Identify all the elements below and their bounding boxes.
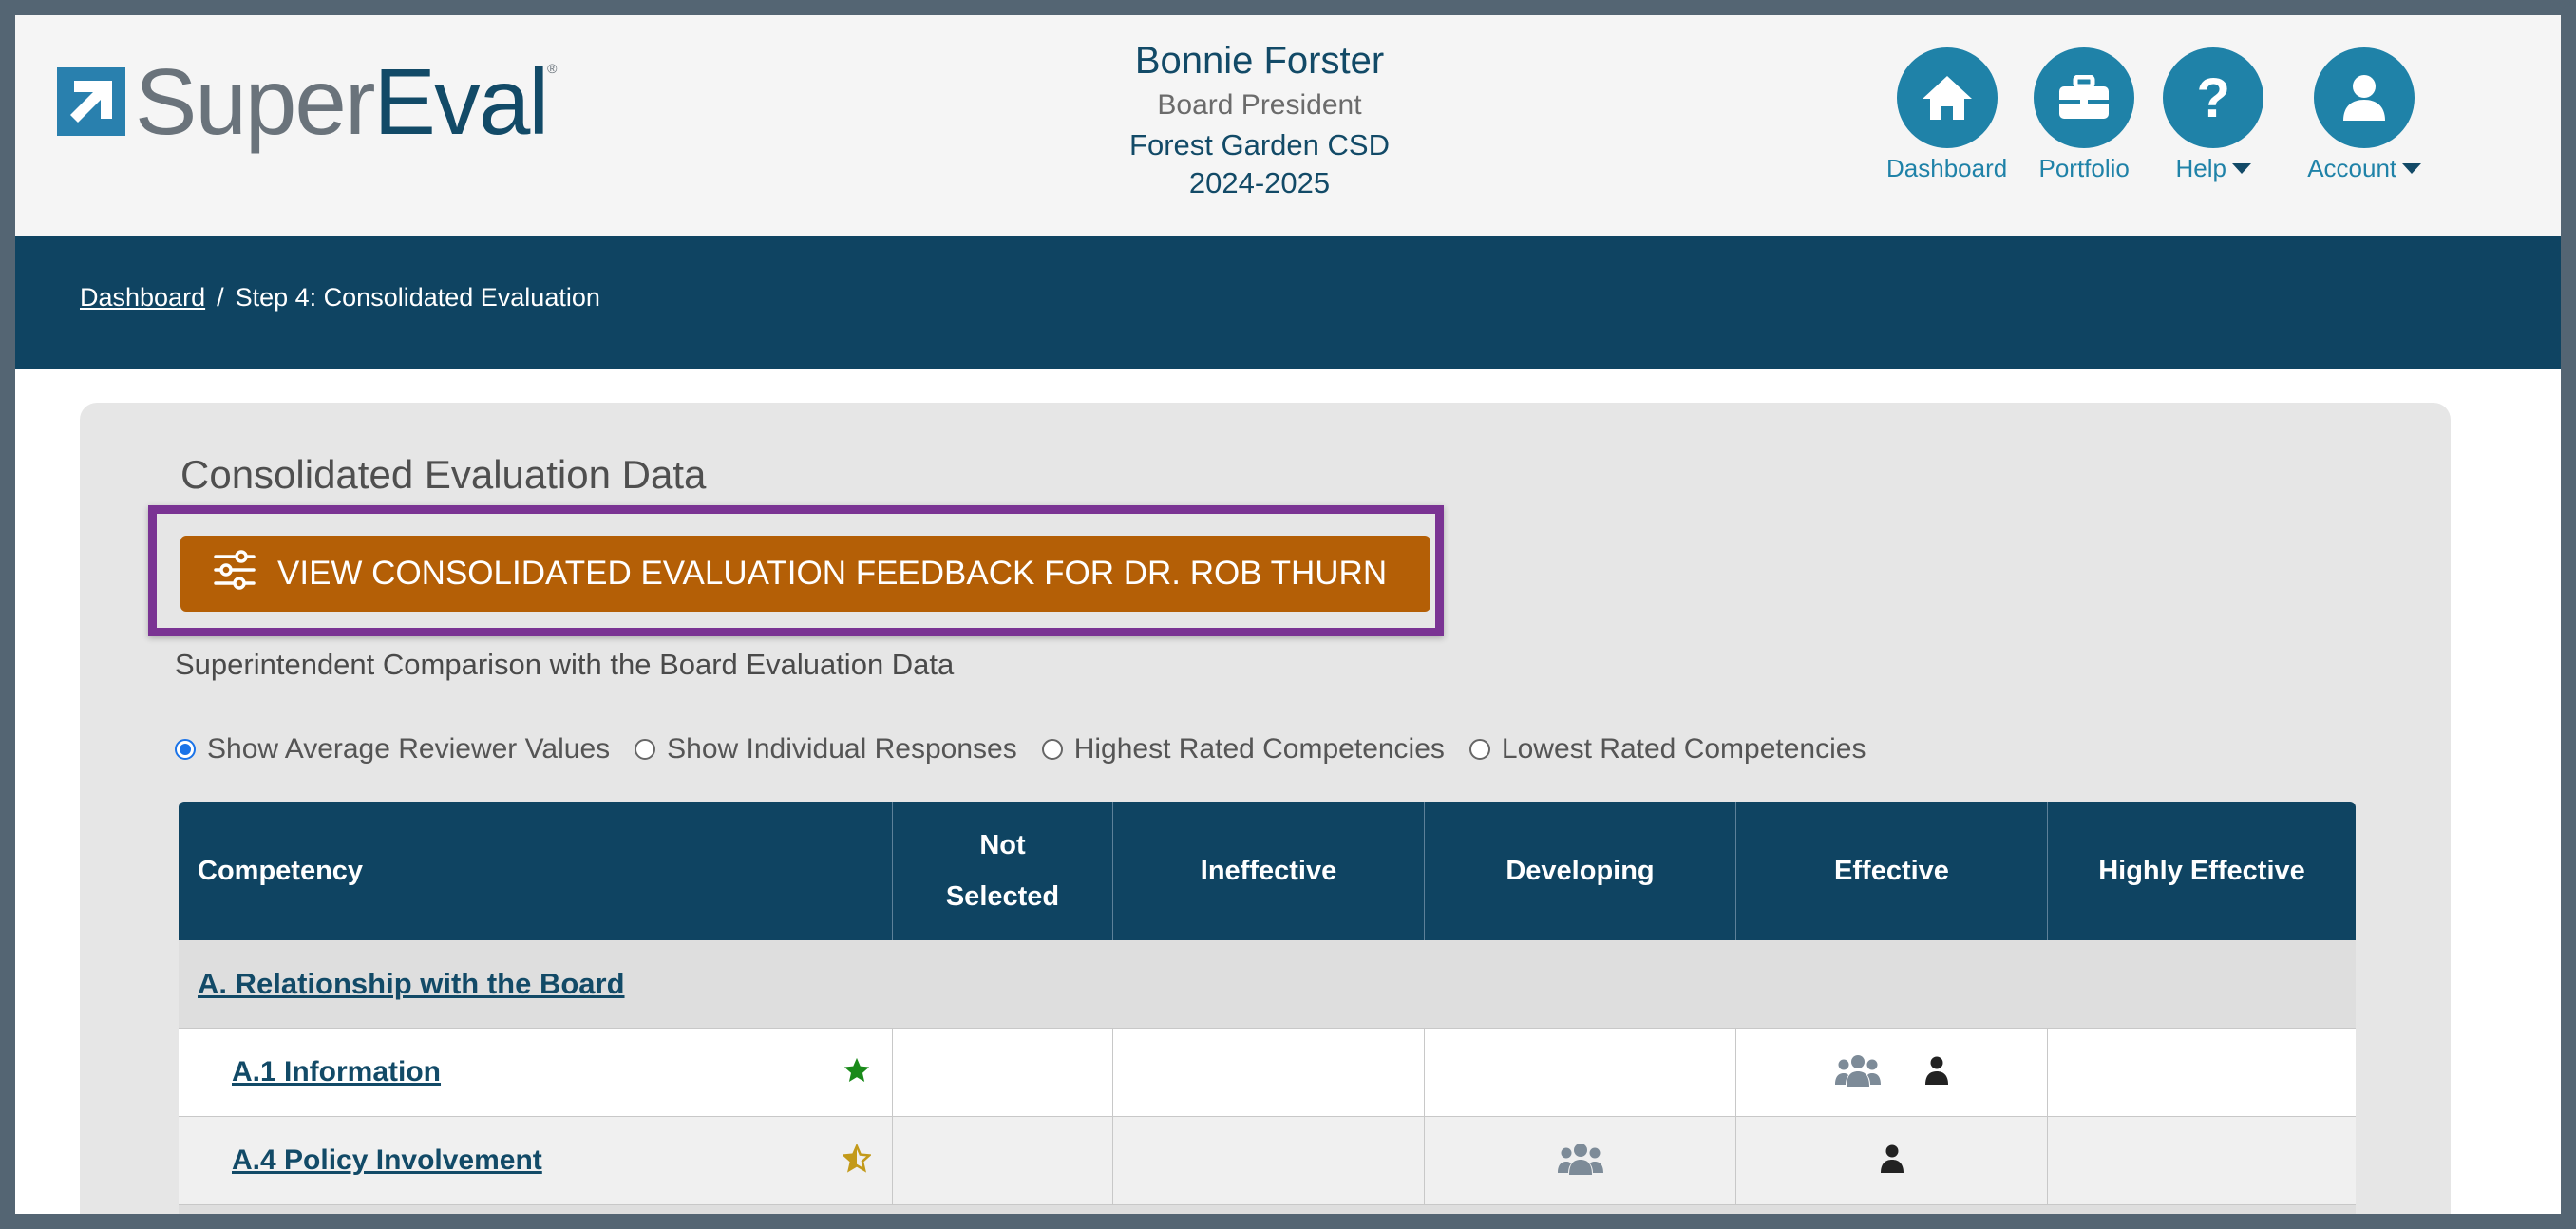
user-name: Bonnie Forster [1134,40,1385,82]
chevron-down-icon [2231,163,2251,174]
user-icon [2314,47,2415,148]
header: SuperEval ® Bonnie Forster Board Preside… [15,15,2561,236]
radio-lowest-rated[interactable]: Lowest Rated Competencies [1468,733,1866,766]
home-icon [1896,47,1998,148]
radio-checked-icon [175,739,196,760]
logo-arrow-icon [57,67,125,136]
panel-title: Consolidated Evaluation Data [180,452,707,497]
nav-dashboard-label: Dashboard [1886,154,2008,182]
radio-unchecked-icon [635,739,656,760]
user-self-icon [1924,1056,1949,1089]
logo-registered-mark: ® [547,61,558,76]
competency-link-a4[interactable]: A.4 Policy Involvement [232,1144,542,1177]
breadcrumb-dashboard-link[interactable]: Dashboard [80,283,205,312]
radio-highest-rated[interactable]: Highest Rated Competencies [1041,733,1445,766]
nav-portfolio-label: Portfolio [2038,154,2130,182]
users-group-icon [1834,1054,1881,1091]
col-highly-effective: Highly Effective [2098,856,2305,886]
group-link-relationship-board[interactable]: A. Relationship with the Board [198,967,625,1001]
top-nav: Dashboard Portfolio ? Help Account [1886,47,2422,183]
evaluation-table: Competency Not Selected Ineffective Devel… [179,802,2356,1214]
breadcrumb-bar: Dashboard / Step 4: Consolidated Evaluat… [15,236,2561,369]
supereval-logo[interactable]: SuperEval ® [57,49,557,154]
breadcrumb-separator: / [217,283,224,312]
view-feedback-button[interactable]: VIEW CONSOLIDATED EVALUATION FEEDBACK FO… [180,536,1430,612]
table-group-row-partial [179,1205,2356,1214]
view-mode-radio-group: Show Average Reviewer Values Show Indivi… [175,733,1890,766]
table-row: A.1 Information [179,1029,2356,1117]
col-not-selected: Not Selected [893,802,1113,940]
comparison-subtitle: Superintendent Comparison with the Board… [175,648,955,681]
radio-unchecked-icon [1468,739,1490,760]
user-self-icon [1880,1144,1904,1178]
breadcrumb-current: Step 4: Consolidated Evaluation [235,283,600,312]
table-header: Competency Not Selected Ineffective Devel… [179,802,2356,940]
logo-text: SuperEval [135,49,549,154]
briefcase-icon [2034,47,2135,148]
chevron-down-icon [2402,163,2422,174]
table-group-row: A. Relationship with the Board [179,940,2356,1029]
sliders-icon [213,549,256,599]
star-half-icon [841,1143,873,1178]
table-row: A.4 Policy Involvement [179,1117,2356,1205]
question-icon: ? [2163,47,2264,148]
nav-account[interactable]: Account [2307,47,2422,183]
view-feedback-label: VIEW CONSOLIDATED EVALUATION FEEDBACK FO… [277,555,1388,592]
star-filled-icon [843,1056,871,1089]
nav-portfolio[interactable]: Portfolio [2034,47,2135,183]
user-role: Board President [1157,89,1362,121]
school-year: 2024-2025 [1188,166,1331,199]
user-organization: Forest Garden CSD [1129,128,1390,161]
radio-unchecked-icon [1041,739,1063,760]
col-effective: Effective [1736,802,2048,940]
user-info: Bonnie Forster Board President Forest Ga… [1022,36,1497,201]
users-group-icon [1557,1143,1603,1180]
nav-account-label: Account [2307,154,2397,182]
radio-average-values[interactable]: Show Average Reviewer Values [175,733,610,766]
breadcrumb: Dashboard / Step 4: Consolidated Evaluat… [80,283,600,312]
radio-individual-responses[interactable]: Show Individual Responses [635,733,1017,766]
nav-help-label: Help [2175,154,2226,182]
nav-help[interactable]: ? Help [2163,47,2264,183]
consolidated-panel: Consolidated Evaluation Data VIEW CONSOL… [80,403,2451,1214]
nav-dashboard[interactable]: Dashboard [1886,47,2007,183]
col-developing: Developing [1425,802,1736,940]
col-ineffective: Ineffective [1113,802,1425,940]
col-competency: Competency [179,802,893,940]
app-frame: SuperEval ® Bonnie Forster Board Preside… [15,15,2561,1214]
competency-link-a1[interactable]: A.1 Information [232,1056,441,1088]
